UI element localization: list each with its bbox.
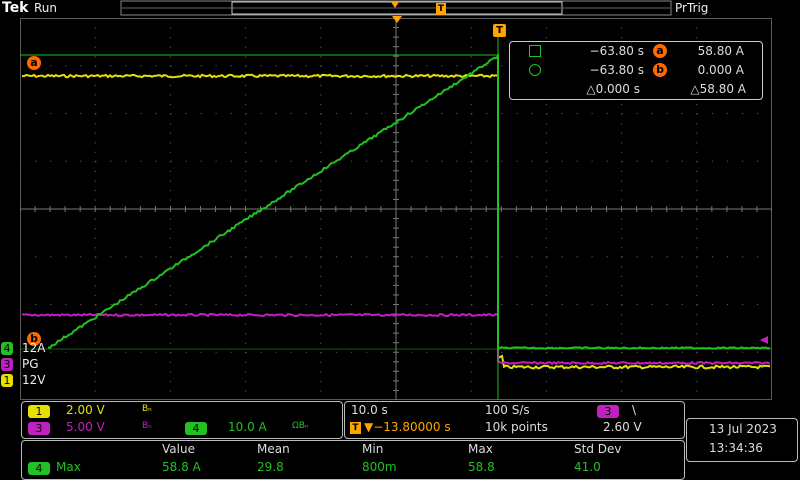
ch1-bandwidth: Bₙ <box>142 404 152 414</box>
measurement-value: 58.8 A <box>162 460 201 474</box>
trigger-position-icon: T <box>350 422 361 434</box>
measurement-min: 800m <box>362 460 397 474</box>
ch3-offscreen-arrow <box>760 336 768 344</box>
trigger-mode[interactable]: PrTrig <box>675 1 708 15</box>
ch1-badge[interactable]: 1 <box>28 405 50 418</box>
cursor-a-icon: a <box>653 44 667 58</box>
acquisition-state[interactable]: Run <box>34 1 57 15</box>
measurement-header-stddev: Std Dev <box>574 442 622 456</box>
ch3-badge[interactable]: 3 <box>28 422 50 435</box>
time: 13:34:36 <box>709 441 763 455</box>
measurement-stddev: 41.0 <box>574 460 601 474</box>
ch4-scale[interactable]: 10.0 A <box>228 420 267 434</box>
measurement-header-max: Max <box>468 442 493 456</box>
ch3-bandwidth: Bₙ <box>142 421 152 431</box>
measurement-header-min: Min <box>362 442 384 456</box>
trigger-source-badge[interactable]: 3 <box>597 405 619 418</box>
ch1-side-badge[interactable]: 1 <box>1 374 13 387</box>
cursor-b-time: −63.80 s <box>589 63 644 77</box>
trigger-position-value[interactable]: ▼−13.80000 s <box>364 420 451 434</box>
channel-settings-panel[interactable]: 1 2.00 V Bₙ 3 5.00 V Bₙ 4 10.0 A ΩBₙ <box>21 401 343 439</box>
measurement-max: 58.8 <box>468 460 495 474</box>
cursor-delta-value: △58.80 A <box>690 82 746 96</box>
trigger-time-marker[interactable]: T <box>493 24 506 37</box>
measurement-header-mean: Mean <box>257 442 290 456</box>
datetime-panel: 13 Jul 2023 13:34:36 <box>686 418 798 462</box>
cursor-a-marker[interactable]: a <box>27 56 41 70</box>
ch1-scale[interactable]: 2.00 V <box>66 403 105 417</box>
cursor-delta-time: △0.000 s <box>586 82 640 96</box>
ch4-badge[interactable]: 4 <box>185 422 207 435</box>
sample-rate: 100 S/s <box>485 403 530 417</box>
square-cursor-icon <box>529 45 541 57</box>
ch4-side-label: 12A <box>22 341 46 355</box>
cursor-a-value: 58.80 A <box>697 44 744 58</box>
measurement-mean: 29.8 <box>257 460 284 474</box>
ch3-side-badge[interactable]: 3 <box>1 358 13 371</box>
trigger-position-marker <box>391 2 399 8</box>
date: 13 Jul 2023 <box>709 422 777 436</box>
ch1-side-label: 12V <box>22 373 46 387</box>
timebase-panel[interactable]: 10.0 s 100 S/s 3 \ T ▼−13.80000 s 10k po… <box>344 401 685 439</box>
horizontal-scale[interactable]: 10.0 s <box>351 403 388 417</box>
ch4-bandwidth: ΩBₙ <box>292 421 309 431</box>
record-length: 10k points <box>485 420 548 434</box>
brand-logo: Tek <box>2 0 29 16</box>
ch4-side-badge[interactable]: 4 <box>1 342 13 355</box>
measurement-panel[interactable]: Value Mean Min Max Std Dev 4 Max 58.8 A … <box>21 440 685 480</box>
circle-cursor-icon <box>529 64 541 76</box>
trigger-center-marker <box>392 16 402 23</box>
trigger-level[interactable]: 2.60 V <box>603 420 642 434</box>
measurement-channel-badge[interactable]: 4 <box>28 462 50 475</box>
overview-trigger-icon: T <box>436 3 446 15</box>
ch3-side-label: PG <box>22 357 39 371</box>
measurement-name: Max <box>56 460 81 474</box>
measurement-header-value: Value <box>162 442 195 456</box>
cursor-a-time: −63.80 s <box>589 44 644 58</box>
cursor-b-value: 0.000 A <box>697 63 744 77</box>
cursor-readout-panel[interactable]: −63.80 s a 58.80 A −63.80 s b 0.000 A △0… <box>509 41 763 100</box>
ch3-scale[interactable]: 5.00 V <box>66 420 105 434</box>
cursor-b-icon: b <box>653 63 667 77</box>
trigger-slope: \ <box>632 403 637 417</box>
